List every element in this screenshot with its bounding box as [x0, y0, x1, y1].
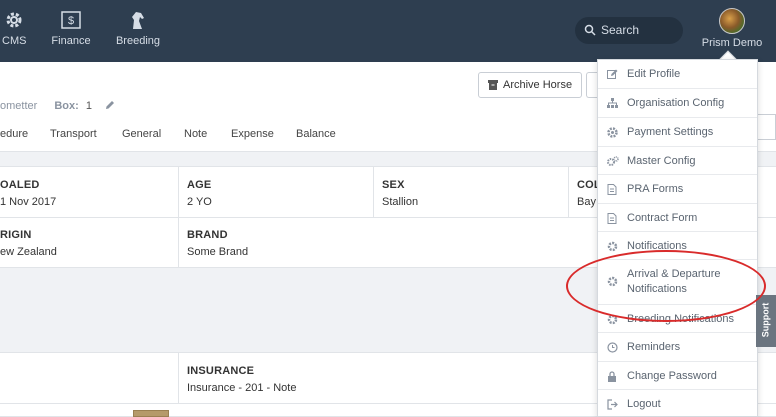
menu-item-label: Logout [627, 398, 661, 410]
svg-text:$: $ [68, 15, 74, 27]
horse-meta: ometter Box: 1 [0, 100, 115, 112]
nav-item-finance[interactable]: $ Finance [51, 10, 91, 54]
field-value: 1 Nov 2017 [0, 196, 57, 208]
tab-balance[interactable]: Balance [296, 128, 336, 140]
tab-expense[interactable]: Expense [231, 128, 274, 140]
horse-thumbnail[interactable] [133, 410, 169, 417]
cog-icon [607, 314, 618, 325]
sign-out-icon [607, 399, 618, 410]
support-label: Support [760, 302, 771, 338]
box-value: 1 [85, 100, 92, 112]
menu-item-label: Arrival & Departure Notifications [627, 268, 721, 295]
menu-item-edit-profile[interactable]: Edit Profile [598, 60, 757, 89]
document-icon [607, 213, 617, 224]
nav-item-label: Finance [51, 35, 91, 47]
menu-item-breeding-notifications[interactable]: Breeding Notifications [598, 305, 757, 333]
menu-item-label: Notifications [627, 240, 687, 252]
menu-item-reminders[interactable]: Reminders [598, 333, 757, 362]
divider [373, 167, 374, 217]
menu-item-label: Payment Settings [627, 126, 714, 138]
menu-item-label: Master Config [627, 155, 696, 167]
field-sex: SEX Stallion [382, 179, 418, 208]
cog-icon [607, 276, 618, 287]
field-foaled: OALED 1 Nov 2017 [0, 179, 56, 208]
lock-icon [608, 371, 616, 382]
menu-item-label: Organisation Config [627, 97, 725, 109]
menu-item-label: Edit Profile [627, 68, 681, 80]
pencil-icon[interactable] [105, 100, 115, 110]
archive-horse-label: Archive Horse [503, 79, 573, 91]
search-placeholder: Search [601, 23, 640, 37]
menu-item-pra-forms[interactable]: PRA Forms [598, 175, 757, 204]
menu-item-label: Reminders [627, 341, 681, 353]
field-value: 2 YO [187, 196, 212, 208]
menu-item-label: Breeding Notifications [627, 313, 735, 325]
field-label: SEX [382, 179, 405, 191]
user-name: Prism Demo [701, 37, 763, 49]
archive-icon [488, 80, 498, 90]
divider [178, 353, 179, 403]
menu-item-label: Contract Form [627, 212, 698, 224]
field-value: Stallion [382, 196, 419, 208]
menu-item-label: Change Password [627, 370, 717, 382]
menu-item-change-password[interactable]: Change Password [598, 362, 757, 390]
document-icon [607, 184, 617, 195]
field-age: AGE 2 YO [187, 179, 212, 208]
meta-partial-text: ometter [0, 100, 38, 112]
box-label: Box: [54, 100, 79, 112]
gear-icon [6, 12, 22, 28]
archive-horse-button[interactable]: Archive Horse [478, 72, 582, 98]
field-value: Some Brand [187, 246, 249, 258]
field-label: BRAND [187, 229, 228, 241]
field-label: RIGIN [0, 229, 32, 241]
cog-icon [607, 127, 618, 138]
search-input[interactable]: Search [575, 17, 683, 44]
top-navigation-bar: CMS $ Finance Breeding Search Prism Demo [0, 0, 776, 62]
search-icon [584, 24, 596, 36]
nav-item-cms[interactable]: CMS [2, 10, 26, 54]
menu-item-logout[interactable]: Logout [598, 390, 757, 417]
divider [568, 167, 569, 217]
avatar [719, 8, 745, 34]
user-menu-toggle[interactable]: Prism Demo [700, 8, 764, 49]
pencil-square-icon [607, 69, 618, 79]
menu-item-payment-settings[interactable]: Payment Settings [598, 118, 757, 147]
tab-transport[interactable]: Transport [50, 128, 97, 140]
field-label: AGE [187, 179, 212, 191]
horse-icon [132, 12, 144, 29]
field-brand: BRAND Some Brand [187, 229, 248, 258]
menu-item-notifications[interactable]: Notifications [598, 232, 757, 260]
field-label: OALED [0, 179, 40, 191]
header-action-button-secondary[interactable] [756, 114, 776, 140]
tab-general[interactable]: General [122, 128, 161, 140]
field-insurance: INSURANCE Insurance - 201 - Note [187, 365, 296, 394]
cog-icon [607, 241, 618, 252]
sitemap-icon [607, 98, 618, 108]
tab-procedure[interactable]: edure [0, 128, 28, 140]
clock-icon [607, 342, 618, 353]
field-label: INSURANCE [187, 365, 255, 377]
menu-item-organisation-config[interactable]: Organisation Config [598, 89, 757, 118]
menu-item-arrival-departure-notifications[interactable]: Arrival & Departure Notifications [598, 260, 757, 305]
field-value: ew Zealand [0, 246, 57, 258]
nav-item-breeding[interactable]: Breeding [115, 10, 161, 54]
nav-item-label: Breeding [115, 35, 161, 47]
tab-note[interactable]: Note [184, 128, 207, 140]
support-tab[interactable]: Support [756, 295, 776, 347]
menu-item-master-config[interactable]: Master Config [598, 147, 757, 175]
money-icon: $ [61, 11, 81, 29]
user-dropdown-menu: Edit Profile Organisation Config Payment… [597, 59, 758, 417]
field-value: Insurance - 201 - Note [187, 382, 297, 394]
cogs-icon [607, 156, 619, 166]
nav-item-label: CMS [2, 35, 27, 47]
menu-item-label: PRA Forms [627, 183, 684, 195]
menu-item-contract-form[interactable]: Contract Form [598, 204, 757, 232]
field-origin: RIGIN ew Zealand [0, 229, 57, 258]
